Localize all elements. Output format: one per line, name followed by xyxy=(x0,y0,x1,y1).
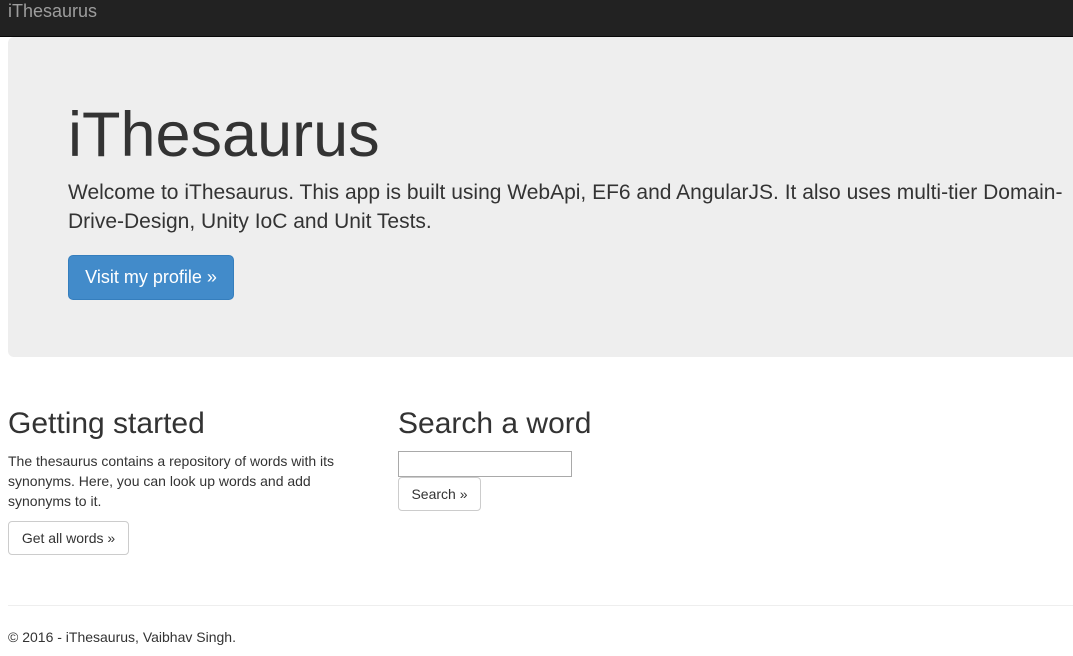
jumbotron: iThesaurus Welcome to iThesaurus. This a… xyxy=(8,37,1073,357)
footer-copyright: © 2016 - iThesaurus, Vaibhav Singh. xyxy=(8,629,236,645)
search-title: Search a word xyxy=(398,407,592,440)
top-navbar: iThesaurus xyxy=(0,0,1073,37)
visit-profile-button[interactable]: Visit my profile » xyxy=(68,255,234,300)
search-word-input[interactable] xyxy=(398,451,572,477)
jumbotron-lead-text: Welcome to iThesaurus. This app is built… xyxy=(68,181,1063,233)
getting-started-text: The thesaurus contains a repository of w… xyxy=(8,453,335,509)
search-button[interactable]: Search » xyxy=(398,477,481,511)
get-all-words-button[interactable]: Get all words » xyxy=(8,521,129,555)
navbar-brand-link[interactable]: iThesaurus xyxy=(8,1,97,21)
jumbotron-title: iThesaurus xyxy=(68,100,380,170)
getting-started-title: Getting started xyxy=(8,407,205,440)
footer-divider xyxy=(8,605,1073,606)
